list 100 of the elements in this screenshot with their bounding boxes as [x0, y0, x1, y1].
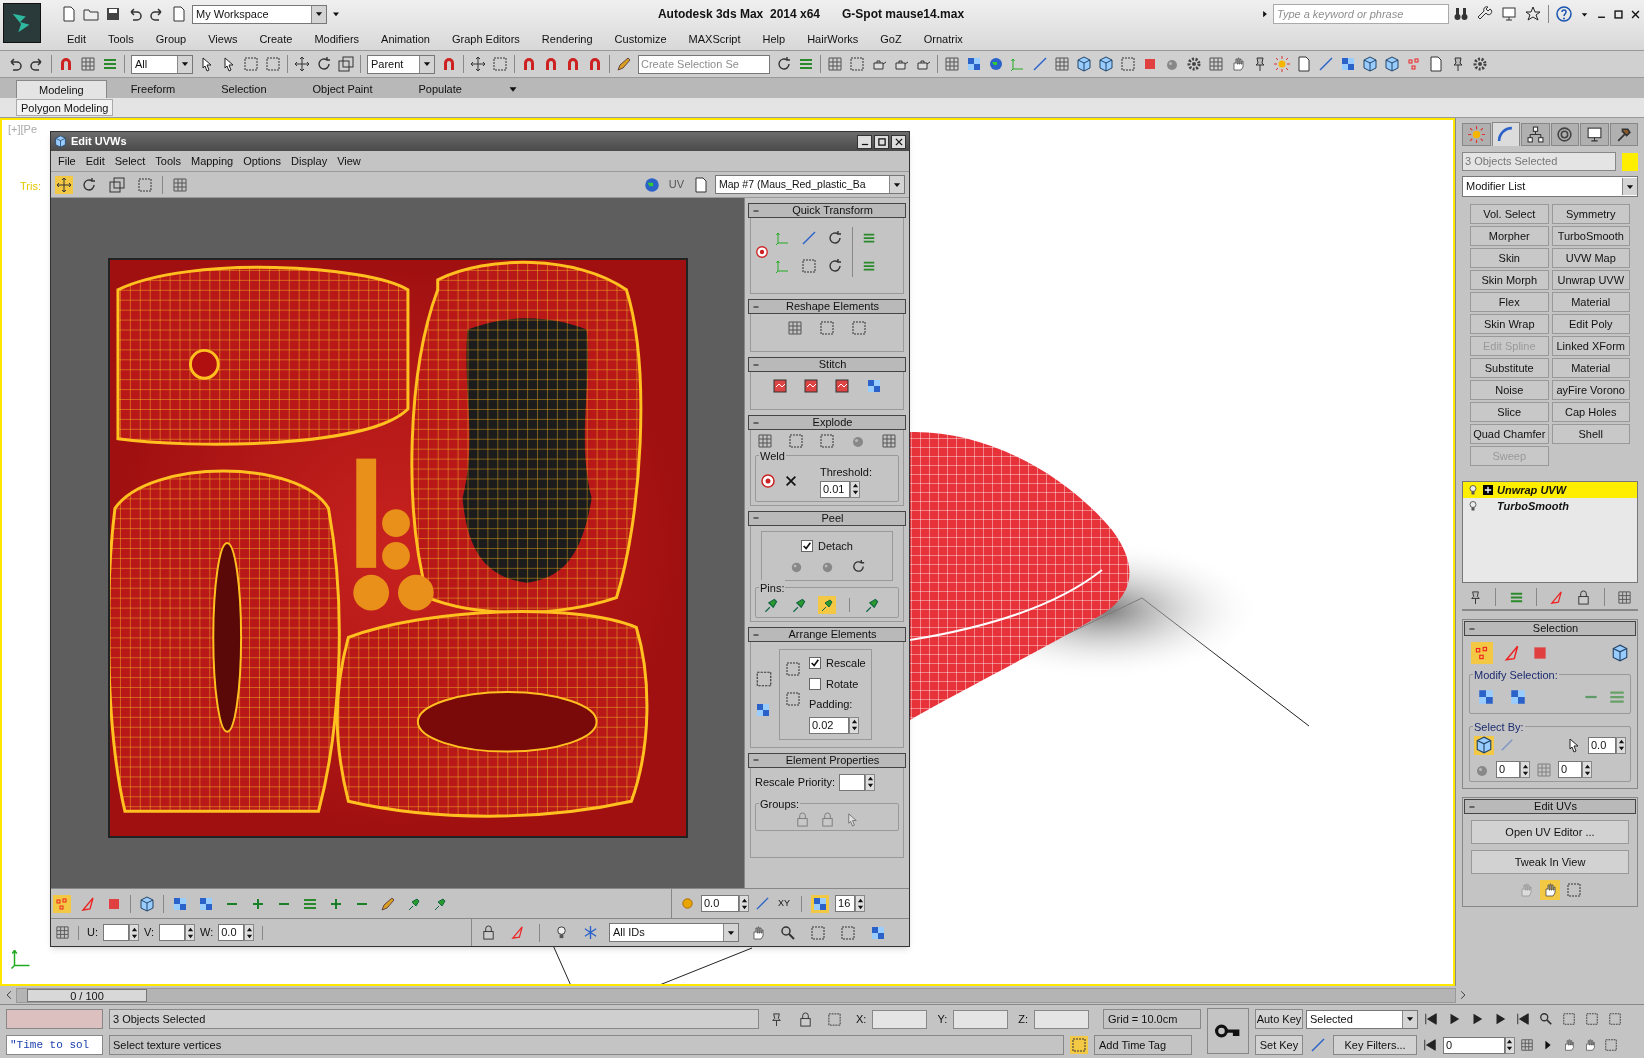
modifier-button[interactable]: Substitute	[1470, 358, 1549, 378]
rotate-icon[interactable]	[827, 258, 843, 274]
dashed-square-icon[interactable]	[851, 320, 867, 336]
cube-icon[interactable]	[1474, 735, 1494, 755]
chevron-left-icon[interactable]	[4, 990, 14, 1000]
hand-icon[interactable]	[1230, 56, 1246, 72]
checker-icon[interactable]	[198, 895, 214, 912]
app-logo-icon[interactable]	[3, 3, 41, 43]
dashed-square-icon[interactable]	[785, 661, 801, 677]
panel-tab[interactable]	[1580, 123, 1609, 146]
priority-field[interactable]	[839, 773, 866, 791]
rotate-icon[interactable]	[316, 56, 332, 72]
menu-item[interactable]: Tools	[96, 28, 145, 50]
modifier-button[interactable]: Flex	[1470, 292, 1549, 312]
grid-icon[interactable]	[757, 433, 773, 449]
spinner-arrows[interactable]	[185, 924, 195, 941]
dashed-square-icon[interactable]	[1585, 1012, 1599, 1026]
redo-icon[interactable]	[149, 6, 165, 22]
threshold-field[interactable]: 0.01	[820, 480, 850, 498]
modifier-button[interactable]: ayFire Vorono	[1551, 380, 1630, 400]
cube-icon[interactable]	[1384, 56, 1400, 72]
zoom-icon[interactable]	[780, 924, 796, 941]
line-icon[interactable]	[1318, 56, 1334, 72]
uv-button[interactable]: Open UV Editor ...	[1471, 820, 1629, 844]
lock-icon[interactable]	[798, 1011, 813, 1027]
skip-icon[interactable]	[1423, 1038, 1437, 1052]
menu-item[interactable]: Animation	[370, 28, 441, 50]
time-slider-track[interactable]: 0 / 100	[16, 987, 1456, 1003]
close-icon[interactable]	[784, 473, 798, 488]
menu-item[interactable]: Display	[286, 152, 333, 170]
redo-icon[interactable]	[29, 56, 45, 72]
bulb-icon[interactable]	[554, 925, 569, 940]
dashed-square-icon[interactable]	[788, 433, 804, 449]
panel-tab[interactable]	[1521, 123, 1550, 146]
snowflake-icon[interactable]	[583, 925, 598, 940]
uv-canvas[interactable]	[51, 198, 744, 888]
checkbox[interactable]	[801, 539, 814, 552]
dashed-square-icon[interactable]	[785, 691, 801, 707]
modifier-button[interactable]: Noise	[1470, 380, 1549, 400]
ribbon-tab[interactable]: Populate	[396, 80, 484, 98]
ribbon-tab[interactable]: Freeform	[108, 80, 198, 98]
modifier-button[interactable]: Morpher	[1470, 226, 1549, 246]
set-key-button[interactable]: Set Key	[1255, 1035, 1303, 1055]
modifier-button[interactable]: Unwrap UVW	[1551, 270, 1630, 290]
lines-icon[interactable]	[862, 231, 876, 245]
key-filters-button[interactable]: Key Filters...	[1333, 1035, 1417, 1055]
hand-icon[interactable]	[750, 924, 766, 941]
page-icon[interactable]	[61, 6, 77, 22]
page-icon[interactable]	[171, 6, 187, 22]
help-icon[interactable]	[1556, 6, 1572, 22]
skip-icon[interactable]	[1424, 1012, 1438, 1026]
dashed-square-icon[interactable]	[1604, 1038, 1618, 1052]
monitor-icon[interactable]	[1585, 126, 1603, 143]
rollout-header[interactable]: Selection	[1464, 621, 1636, 636]
chevron-right-icon[interactable]	[1458, 990, 1468, 1000]
move-icon[interactable]	[55, 175, 73, 194]
selection-filter-dropdown[interactable]: All	[131, 54, 193, 74]
dashed-square-icon[interactable]	[840, 924, 856, 941]
viewport[interactable]	[0, 118, 1455, 986]
rings-icon[interactable]	[1556, 126, 1574, 143]
cube-icon[interactable]	[1098, 56, 1114, 72]
target-icon[interactable]	[760, 472, 776, 489]
spinner-arrows[interactable]	[1520, 761, 1530, 778]
dashed-square-icon[interactable]	[243, 56, 259, 72]
soft-selection-field[interactable]: 0.0	[701, 895, 739, 912]
face-icon[interactable]	[1531, 644, 1549, 662]
workspace-dropdown[interactable]: My Workspace	[192, 4, 327, 24]
cube-icon[interactable]	[1611, 644, 1629, 662]
magnet-icon[interactable]	[441, 56, 457, 72]
modifier-list-dropdown[interactable]: Modifier List	[1462, 176, 1638, 197]
menu-item[interactable]: HairWorks	[796, 28, 870, 50]
coordinate-field[interactable]	[159, 924, 185, 941]
monitor-icon[interactable]	[1501, 6, 1517, 22]
maximize-icon[interactable]	[1613, 8, 1624, 20]
menu-item[interactable]: Group	[144, 28, 198, 50]
hand-icon[interactable]	[1540, 880, 1560, 900]
menu-item[interactable]: Modifiers	[303, 28, 371, 50]
gear-icon[interactable]	[1472, 56, 1488, 72]
ribbon-tab[interactable]: Object Paint	[290, 80, 395, 98]
script-output-field[interactable]: "Time to sol	[6, 1035, 103, 1055]
modifier-button[interactable]: Skin Morph	[1470, 270, 1549, 290]
bulb-icon[interactable]	[1467, 500, 1479, 512]
grid-icon[interactable]	[787, 320, 803, 336]
texture-map-dropdown[interactable]: Map #7 (Maus_Red_plastic_Ba	[715, 175, 905, 194]
modifier-button[interactable]: Skin	[1470, 248, 1549, 268]
skip-icon[interactable]	[1516, 1012, 1530, 1026]
magnet-icon[interactable]	[58, 56, 74, 72]
modifier-stack-item[interactable]: TurboSmooth	[1463, 498, 1637, 514]
rollout-header[interactable]: Arrange Elements	[748, 627, 906, 642]
rotate-icon[interactable]	[81, 176, 97, 193]
rotate-icon[interactable]	[850, 559, 866, 574]
checkbox[interactable]	[809, 657, 821, 670]
uv-editor-window[interactable]	[50, 131, 910, 947]
dashed-square-icon[interactable]	[1120, 56, 1136, 72]
menu-item[interactable]: Ornatrix	[912, 28, 974, 50]
globe-icon[interactable]	[642, 175, 661, 194]
add-time-tag-button[interactable]: Add Time Tag	[1094, 1035, 1192, 1055]
expand-icon[interactable]	[1483, 485, 1493, 495]
spinner-arrows[interactable]	[739, 895, 749, 912]
ribbon-tab[interactable]: Selection	[199, 80, 289, 98]
